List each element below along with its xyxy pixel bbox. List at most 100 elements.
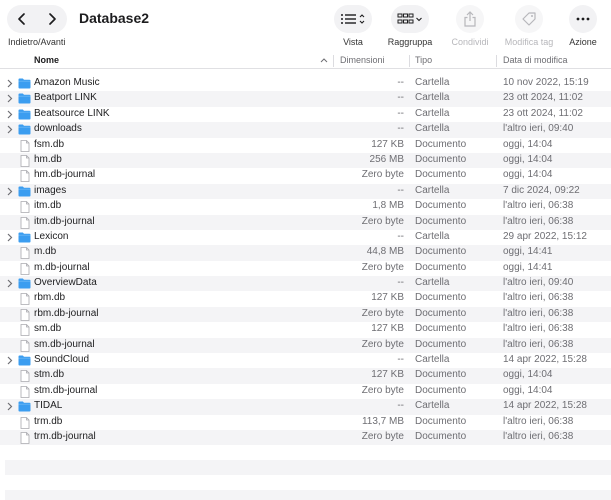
file-date: l'altro ieri, 06:38 [503,415,574,427]
action-button[interactable]: Azione [565,5,601,49]
file-row[interactable]: m.db 44,8 MB Documento oggi, 14:41 [0,245,611,261]
disclosure-chevron-icon[interactable] [7,231,17,243]
column-size[interactable]: Dimensioni [340,55,385,65]
file-row[interactable]: sm.db-journal Zero byte Documento l'altro i… [0,337,611,354]
disclosure-chevron-icon[interactable] [7,108,17,120]
forward-button[interactable] [37,5,67,33]
file-row[interactable]: m.db-journal Zero byte Documento oggi, 14:4… [0,261,611,276]
file-date: 10 nov 2022, 15:19 [503,77,589,88]
file-date: 29 apr 2022, 15:12 [503,230,587,242]
disclosure-chevron-icon[interactable] [7,92,17,104]
list-view-icon [341,14,365,24]
file-row[interactable]: fsm.db 127 KB Documento oggi, 14:04 [0,138,611,153]
file-row[interactable]: itm.db 1,8 MB Documento l'altro ieri, 06:38 [0,199,611,214]
disclosure-chevron-icon[interactable] [7,354,17,366]
view-label: Vista [343,37,363,47]
file-row[interactable]: stm.db 127 KB Documento oggi, 14:04 [0,368,611,384]
folder-row[interactable]: TIDAL -- Cartella 14 apr 2022, 15:28 [0,399,611,415]
file-date: oggi, 14:04 [503,384,553,396]
file-size: Zero byte [361,215,404,227]
file-date: oggi, 14:04 [503,369,553,381]
column-kind[interactable]: Tipo [415,55,432,65]
folder-row[interactable]: Lexicon -- Cartella 29 apr 2022, 15:12 [0,230,611,245]
disclosure-chevron-icon[interactable] [7,400,17,412]
ellipsis-icon [576,17,590,21]
file-kind: Documento [415,153,467,165]
disclosure-chevron-icon[interactable] [7,77,17,89]
folder-row[interactable]: Beatsource LINK -- Cartella 23 ott 2024, 11… [0,107,611,122]
file-row[interactable]: trm.db 113,7 MB Documento l'altro ieri, 06:… [0,415,611,430]
back-button[interactable] [7,5,37,33]
disclosure-chevron-icon[interactable] [7,277,17,289]
document-icon [20,339,33,352]
file-size: -- [397,184,404,196]
folder-icon [18,232,31,243]
document-icon [20,262,33,275]
document-icon [20,247,33,260]
file-name: m.db [34,246,57,258]
file-date: l'altro ieri, 09:40 [503,277,574,289]
folder-row[interactable]: Beatport LINK -- Cartella 23 ott 2024, 11:0… [0,91,611,107]
empty-row [5,460,611,475]
document-icon [20,293,33,306]
file-name: hm.db [34,153,62,165]
file-size: -- [397,277,404,289]
disclosure-chevron-icon[interactable] [7,123,17,135]
file-row[interactable]: rbm.db-journal Zero byte Documento l'altro … [0,306,611,323]
sort-chevron-up-icon [320,58,328,63]
file-date: oggi, 14:04 [503,138,553,150]
file-kind: Documento [415,261,467,273]
nav-caption: Indietro/Avanti [8,37,66,47]
folder-row[interactable]: SoundCloud -- Cartella 14 apr 2022, 15:28 [0,353,611,368]
folder-row[interactable]: Amazon Music -- Cartella 10 nov 2022, 15:19 [0,76,611,91]
file-date: l'altro ieri, 06:38 [503,323,574,335]
file-name: trm.db [34,415,63,427]
folder-row[interactable]: images -- Cartella 7 dic 2024, 09:22 [0,183,611,200]
file-name: itm.db-journal [34,215,95,227]
file-kind: Cartella [415,77,450,88]
folder-row[interactable]: OverviewData -- Cartella l'altro ieri, 09:4… [0,276,611,292]
column-separator[interactable] [496,55,497,67]
file-date: 7 dic 2024, 09:22 [503,184,580,196]
file-kind: Documento [415,369,467,381]
disclosure-chevron-icon[interactable] [7,185,17,197]
document-icon [20,170,33,183]
file-row[interactable]: hm.db-journal Zero byte Documento oggi, 14:… [0,168,611,183]
file-row[interactable]: trm.db-journal Zero byte Documento l'altro … [0,429,611,446]
file-name: Amazon Music [34,77,100,88]
file-size: -- [397,92,404,104]
file-row[interactable]: rbm.db 127 KB Documento l'altro ieri, 06:38 [0,291,611,306]
file-size: -- [397,123,404,135]
column-separator[interactable] [333,55,334,67]
folder-row[interactable]: downloads -- Cartella l'altro ieri, 09:40 [0,122,611,138]
file-kind: Documento [415,338,467,350]
file-size: -- [397,230,404,242]
file-name: m.db-journal [34,261,90,273]
grid-group-icon [397,13,422,24]
chevron-right-icon [49,13,56,25]
file-row[interactable]: itm.db-journal Zero byte Documento l'altro … [0,214,611,230]
column-date[interactable]: Data di modifica [503,55,568,65]
tags-button[interactable]: Modifica tag [502,5,556,49]
file-size: -- [397,354,404,366]
file-name: TIDAL [34,400,63,412]
column-name[interactable]: Nome [34,55,59,65]
share-button[interactable]: Condividi [450,5,490,49]
file-kind: Documento [415,292,467,304]
document-icon [20,308,33,321]
document-icon [20,385,33,398]
column-header: Nome Dimensioni Tipo Data di modifica [0,52,611,69]
file-name: sm.db [34,323,62,335]
file-row[interactable]: sm.db 127 KB Documento l'altro ieri, 06:38 [0,322,611,337]
file-kind: Documento [415,384,467,396]
file-name: stm.db [34,369,65,381]
toolbar: Indietro/Avanti Database2 Vista Raggrupp… [0,0,611,52]
file-date: 23 ott 2024, 11:02 [503,92,583,104]
file-row[interactable]: hm.db 256 MB Documento oggi, 14:04 [0,152,611,169]
group-button[interactable]: Raggruppa [387,5,433,49]
file-kind: Cartella [415,230,450,242]
file-row[interactable]: stm.db-journal Zero byte Documento oggi, 14… [0,384,611,399]
file-date: l'altro ieri, 06:38 [503,200,574,212]
view-button[interactable]: Vista [333,5,373,49]
column-separator[interactable] [409,55,410,67]
